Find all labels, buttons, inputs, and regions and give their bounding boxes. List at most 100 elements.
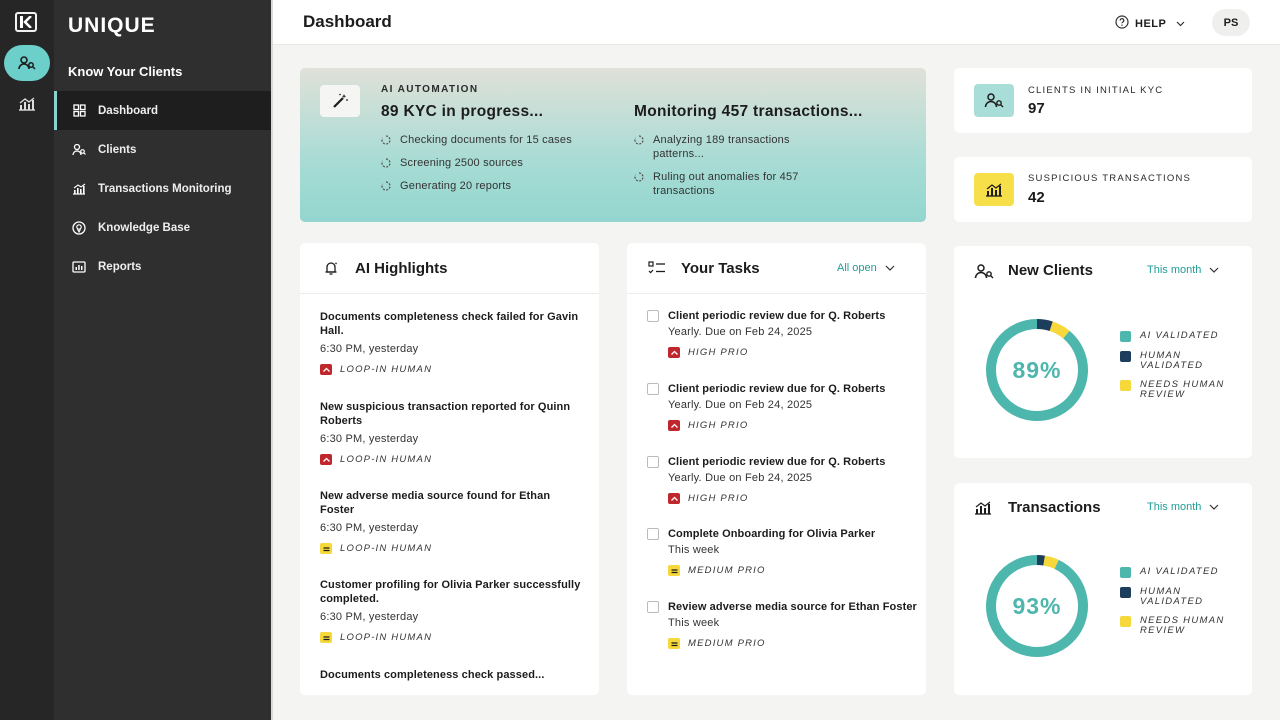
- task-title[interactable]: Complete Onboarding for Olivia Parker: [668, 527, 875, 541]
- task-checkbox[interactable]: [647, 528, 659, 540]
- legend-label: NEEDS HUMAN REVIEW: [1140, 615, 1225, 636]
- legend-item: AI VALIDATED: [1120, 331, 1240, 342]
- icon-rail: [0, 0, 54, 720]
- task-checkbox[interactable]: [647, 310, 659, 322]
- human-validated-segment: [1036, 555, 1045, 566]
- donut-center-value: 93%: [1012, 593, 1061, 619]
- legend-swatch: [1120, 616, 1131, 627]
- legend-label: AI VALIDATED: [1140, 330, 1219, 341]
- kyc-module-icon[interactable]: [4, 45, 50, 81]
- chevron-down-icon: [885, 262, 895, 274]
- high-priority-icon: [320, 454, 332, 465]
- highlight-item[interactable]: Documents completeness check failed for …: [320, 310, 585, 375]
- tasks-filter-dropdown[interactable]: All open: [837, 262, 895, 274]
- tag-label: LOOP-IN HUMAN: [340, 364, 433, 375]
- legend-label: HUMAN VALIDATED: [1140, 350, 1204, 371]
- sidebar-item-knowledge-base[interactable]: Knowledge Base: [54, 208, 271, 247]
- progress-item: Screening 2500 sources: [381, 156, 621, 170]
- highlight-item[interactable]: Customer profiling for Olivia Parker suc…: [320, 578, 585, 643]
- task-checkbox[interactable]: [647, 383, 659, 395]
- progress-text: Generating 20 reports: [400, 180, 512, 192]
- highlight-time: 6:30 PM, yesterday: [320, 522, 419, 534]
- sidebar-item-label: Dashboard: [98, 104, 159, 117]
- transactions-progress-column: Monitoring 457 transactions... Analyzing…: [634, 103, 904, 207]
- task-priority-tag: MEDIUM PRIO: [668, 638, 917, 649]
- sidebar-item-dashboard[interactable]: Dashboard: [54, 91, 271, 130]
- filter-label: This month: [1147, 264, 1202, 276]
- card-title: Transactions: [1008, 499, 1101, 516]
- analytics-module-icon[interactable]: [4, 86, 50, 122]
- task-due: Yearly. Due on Feb 24, 2025: [668, 326, 813, 338]
- clients-icon: [72, 143, 86, 157]
- new-clients-period-dropdown[interactable]: This month: [1147, 264, 1219, 276]
- stat-card-suspicious-transactions[interactable]: SUSPICIOUS TRANSACTIONS 42: [954, 157, 1252, 222]
- tag-label: LOOP-IN HUMAN: [340, 632, 433, 643]
- medium-priority-icon: [320, 632, 332, 643]
- automation-kicker: AI AUTOMATION: [381, 84, 479, 95]
- your-tasks-card: Your Tasks All open Client periodic revi…: [627, 243, 926, 695]
- magic-wand-icon: [320, 85, 360, 117]
- task-title[interactable]: Review adverse media source for Ethan Fo…: [668, 600, 917, 614]
- stat-card-initial-kyc[interactable]: CLIENTS IN INITIAL KYC 97: [954, 68, 1252, 133]
- needs-review-segment: [1049, 321, 1070, 339]
- legend-label: NEEDS HUMAN REVIEW: [1140, 379, 1225, 400]
- task-item: Review adverse media source for Ethan Fo…: [647, 600, 917, 649]
- spinner-icon: [381, 158, 391, 168]
- progress-item: Analyzing 189 transactions patterns...: [634, 133, 834, 161]
- spinner-icon: [634, 172, 644, 182]
- highlight-tag: LOOP-IN HUMAN: [320, 632, 585, 643]
- transactions-icon: [974, 501, 992, 520]
- help-label: HELP: [1135, 17, 1167, 30]
- task-title[interactable]: Client periodic review due for Q. Robert…: [668, 382, 885, 396]
- donut-center-value: 89%: [1012, 357, 1061, 383]
- highlight-tag: LOOP-IN HUMAN: [320, 364, 585, 375]
- task-checkbox[interactable]: [647, 601, 659, 613]
- help-menu[interactable]: HELP: [1115, 15, 1185, 32]
- clients-icon: [974, 263, 994, 285]
- tag-label: HIGH PRIO: [688, 347, 749, 358]
- kyc-progress-column: 89 KYC in progress... Checking documents…: [381, 103, 621, 202]
- sidebar: UNIQUE Know Your Clients Dashboard Clien…: [54, 0, 271, 720]
- stat-label: CLIENTS IN INITIAL KYC: [1028, 85, 1164, 96]
- progress-item: Generating 20 reports: [381, 179, 621, 193]
- sidebar-item-clients[interactable]: Clients: [54, 130, 271, 169]
- highlight-text: Documents completeness check failed for …: [320, 311, 579, 337]
- task-title[interactable]: Client periodic review due for Q. Robert…: [668, 455, 885, 469]
- task-priority-tag: HIGH PRIO: [668, 420, 885, 431]
- task-due: Yearly. Due on Feb 24, 2025: [668, 399, 813, 411]
- transactions-progress-title: Monitoring 457 transactions...: [634, 103, 863, 120]
- new-clients-donut-chart: 89%: [986, 319, 1088, 421]
- sidebar-item-reports[interactable]: Reports: [54, 247, 271, 286]
- user-avatar[interactable]: PS: [1212, 9, 1250, 36]
- progress-item: Checking documents for 15 cases: [381, 133, 621, 147]
- highlight-item[interactable]: Documents completeness check passed...: [320, 668, 585, 682]
- legend-swatch: [1120, 331, 1131, 342]
- legend-label: AI VALIDATED: [1140, 566, 1219, 577]
- progress-text: Checking documents for 15 cases: [400, 134, 572, 146]
- knowledge-icon: [72, 220, 86, 235]
- task-title[interactable]: Client periodic review due for Q. Robert…: [668, 309, 885, 323]
- high-priority-icon: [668, 347, 680, 358]
- highlight-item[interactable]: New adverse media source found for Ethan…: [320, 489, 585, 554]
- transactions-period-dropdown[interactable]: This month: [1147, 501, 1219, 513]
- legend-item: NEEDS HUMAN REVIEW: [1120, 380, 1240, 400]
- progress-text: Screening 2500 sources: [400, 157, 524, 169]
- highlight-item[interactable]: New suspicious transaction reported for …: [320, 400, 585, 465]
- help-icon: [1115, 15, 1129, 32]
- spinner-icon: [381, 181, 391, 191]
- sidebar-item-label: Knowledge Base: [98, 221, 191, 234]
- sidebar-item-transactions-monitoring[interactable]: Transactions Monitoring: [54, 169, 271, 208]
- legend-swatch: [1120, 567, 1131, 578]
- new-clients-card: New Clients This month 89% AI VALIDATED …: [954, 246, 1252, 458]
- card-title: New Clients: [1008, 262, 1094, 279]
- transactions-donut-chart: 93%: [986, 555, 1088, 657]
- spinner-icon: [634, 135, 644, 145]
- highlight-tag: LOOP-IN HUMAN: [320, 454, 585, 465]
- app-logo-icon[interactable]: [15, 12, 37, 32]
- sidebar-nav: Dashboard Clients Transactions Monitorin…: [54, 91, 271, 286]
- task-checkbox[interactable]: [647, 456, 659, 468]
- new-clients-legend: AI VALIDATED HUMAN VALIDATED NEEDS HUMAN…: [1120, 331, 1240, 409]
- highlight-text: New suspicious transaction reported for …: [320, 401, 571, 427]
- tag-label: LOOP-IN HUMAN: [340, 543, 433, 554]
- stat-value: 97: [1028, 100, 1045, 117]
